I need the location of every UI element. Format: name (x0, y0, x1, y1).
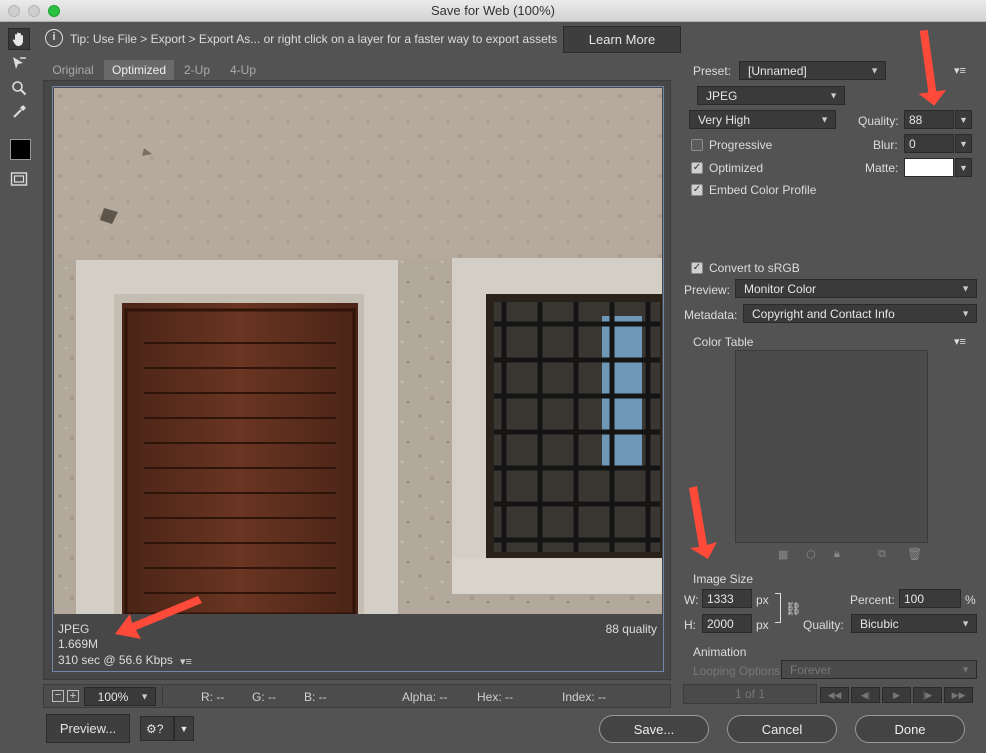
zoom-level-dropdown[interactable]: 100% ▼ (84, 687, 156, 706)
looping-options-dropdown[interactable]: Forever ▼ (781, 660, 977, 679)
play-button[interactable]: ▶ (882, 687, 911, 703)
chevron-down-icon: ▼ (961, 618, 970, 628)
animation-title: Animation (693, 645, 747, 659)
readout-hex: Hex: -- (477, 690, 513, 704)
width-label: W: (684, 593, 699, 607)
chevron-down-icon: ▼ (870, 65, 879, 75)
zoom-in-button[interactable]: + (67, 690, 79, 702)
constrain-bracket (775, 593, 781, 623)
convert-to-srgb-label: Convert to sRGB (709, 261, 800, 275)
height-unit: px (756, 618, 769, 632)
preset-label: Preset: (693, 64, 732, 78)
preview-label: Preview: (684, 283, 731, 297)
save-button[interactable]: Save... (599, 715, 709, 743)
browser-menu-chevron[interactable]: ▼ (174, 716, 194, 741)
cancel-button[interactable]: Cancel (727, 715, 837, 743)
percent-unit: % (965, 593, 976, 607)
color-table-label: Color Table (693, 335, 754, 349)
arrow-quality (918, 29, 947, 106)
chevron-down-icon: ▼ (959, 162, 968, 173)
readout-b: B: -- (304, 690, 327, 704)
web-shift-icon: ⬡ (806, 549, 816, 561)
chevron-down-icon: ▼ (961, 664, 970, 674)
arrow-image-size (689, 486, 717, 559)
arrow-file-size (115, 596, 202, 639)
browser-select-button[interactable]: ⚙? (140, 716, 174, 741)
preset-dropdown[interactable]: [Unnamed] ▼ (739, 61, 886, 80)
metadata-value: Copyright and Contact Info (752, 306, 895, 321)
image-size-title: Image Size (693, 572, 754, 586)
color-table[interactable] (735, 350, 928, 543)
looping-options-value: Forever (790, 662, 832, 677)
progressive-label: Progressive (709, 138, 773, 152)
metadata-dropdown[interactable]: Copyright and Contact Info ▼ (743, 304, 977, 323)
optimized-label: Optimized (709, 161, 764, 175)
link-proportions-icon[interactable]: ⛓︎ (785, 601, 802, 617)
blur-slider-toggle[interactable]: ▼ (955, 134, 972, 153)
file-format-dropdown[interactable]: JPEG ▼ (697, 86, 845, 105)
percent-label: Percent: (850, 593, 895, 607)
height-label: H: (684, 618, 696, 632)
looping-options-label: Looping Options: (693, 664, 784, 678)
color-table-menu-icon[interactable]: ▾≡ (954, 335, 966, 348)
height-input[interactable]: 2000 (702, 614, 752, 633)
previous-frame-button[interactable]: ◀| (851, 687, 880, 703)
embed-color-profile-checkbox[interactable]: ✓ (691, 184, 703, 196)
zoom-level-value: 100% (97, 689, 129, 704)
blur-label: Blur: (873, 138, 898, 152)
preview-color-value: Monitor Color (744, 281, 817, 296)
preview-in-browser-button[interactable]: Preview... (46, 714, 130, 743)
quality-label: Quality: (858, 114, 899, 128)
chevron-down-icon: ▼ (829, 90, 838, 100)
readout-index: Index: -- (562, 690, 607, 704)
optimize-menu-icon[interactable]: ▾≡ (954, 64, 966, 77)
browser-icon: ⚙? (146, 721, 164, 736)
matte-dropdown-toggle[interactable]: ▼ (955, 158, 972, 177)
width-unit: px (756, 593, 769, 607)
matte-color-swatch[interactable] (904, 158, 954, 177)
resample-quality-dropdown[interactable]: Bicubic ▼ (851, 614, 977, 633)
readout-r: R: -- (201, 690, 225, 704)
chevron-down-icon: ▼ (959, 138, 968, 149)
compression-quality-value: Very High (698, 112, 751, 127)
chevron-down-icon: ▼ (961, 283, 970, 293)
blur-input[interactable]: 0 (904, 134, 954, 153)
chevron-down-icon: ▼ (959, 114, 968, 125)
matte-label: Matte: (865, 161, 899, 175)
map-transparent-icon: ▦ (778, 549, 789, 561)
preview-color-dropdown[interactable]: Monitor Color ▼ (735, 279, 977, 298)
convert-to-srgb-checkbox[interactable]: ✓ (691, 262, 703, 274)
new-color-icon: ⧉ (878, 548, 886, 560)
compression-quality-dropdown[interactable]: Very High ▼ (689, 110, 836, 129)
save-for-web-window: Save for Web (100%) i Tip: Use File > Ex… (0, 0, 986, 753)
quality-input[interactable]: 88 (904, 110, 954, 129)
zoom-out-button[interactable]: − (52, 690, 64, 702)
readout-alpha: Alpha: -- (402, 690, 448, 704)
quality-slider-toggle[interactable]: ▼ (955, 110, 972, 129)
chevron-down-icon: ▼ (961, 308, 970, 318)
preset-value: [Unnamed] (748, 63, 807, 78)
trash-icon: 🗑︎ (907, 547, 923, 561)
animation-controls: ◀◀ ◀| ▶ |▶ ▶▶ (820, 687, 976, 703)
lock-color-icon: 🔒︎ (834, 548, 840, 560)
readout-g: G: -- (252, 690, 276, 704)
resample-quality-value: Bicubic (860, 616, 899, 631)
optimized-checkbox[interactable]: ✓ (691, 162, 703, 174)
embed-color-profile-label: Embed Color Profile (709, 183, 817, 197)
resample-quality-label: Quality: (803, 618, 844, 632)
metadata-label: Metadata: (684, 308, 738, 322)
chevron-down-icon: ▼ (179, 723, 189, 734)
next-frame-button[interactable]: |▶ (913, 687, 942, 703)
chevron-down-icon: ▼ (140, 691, 149, 701)
file-format-value: JPEG (706, 88, 738, 103)
done-button[interactable]: Done (855, 715, 965, 743)
frame-counter: 1 of 1 (683, 684, 817, 704)
last-frame-button[interactable]: ▶▶ (944, 687, 973, 703)
chevron-down-icon: ▼ (820, 114, 829, 124)
progressive-checkbox[interactable] (691, 139, 703, 151)
first-frame-button[interactable]: ◀◀ (820, 687, 849, 703)
percent-input[interactable]: 100 (899, 589, 961, 608)
width-input[interactable]: 1333 (702, 589, 752, 608)
